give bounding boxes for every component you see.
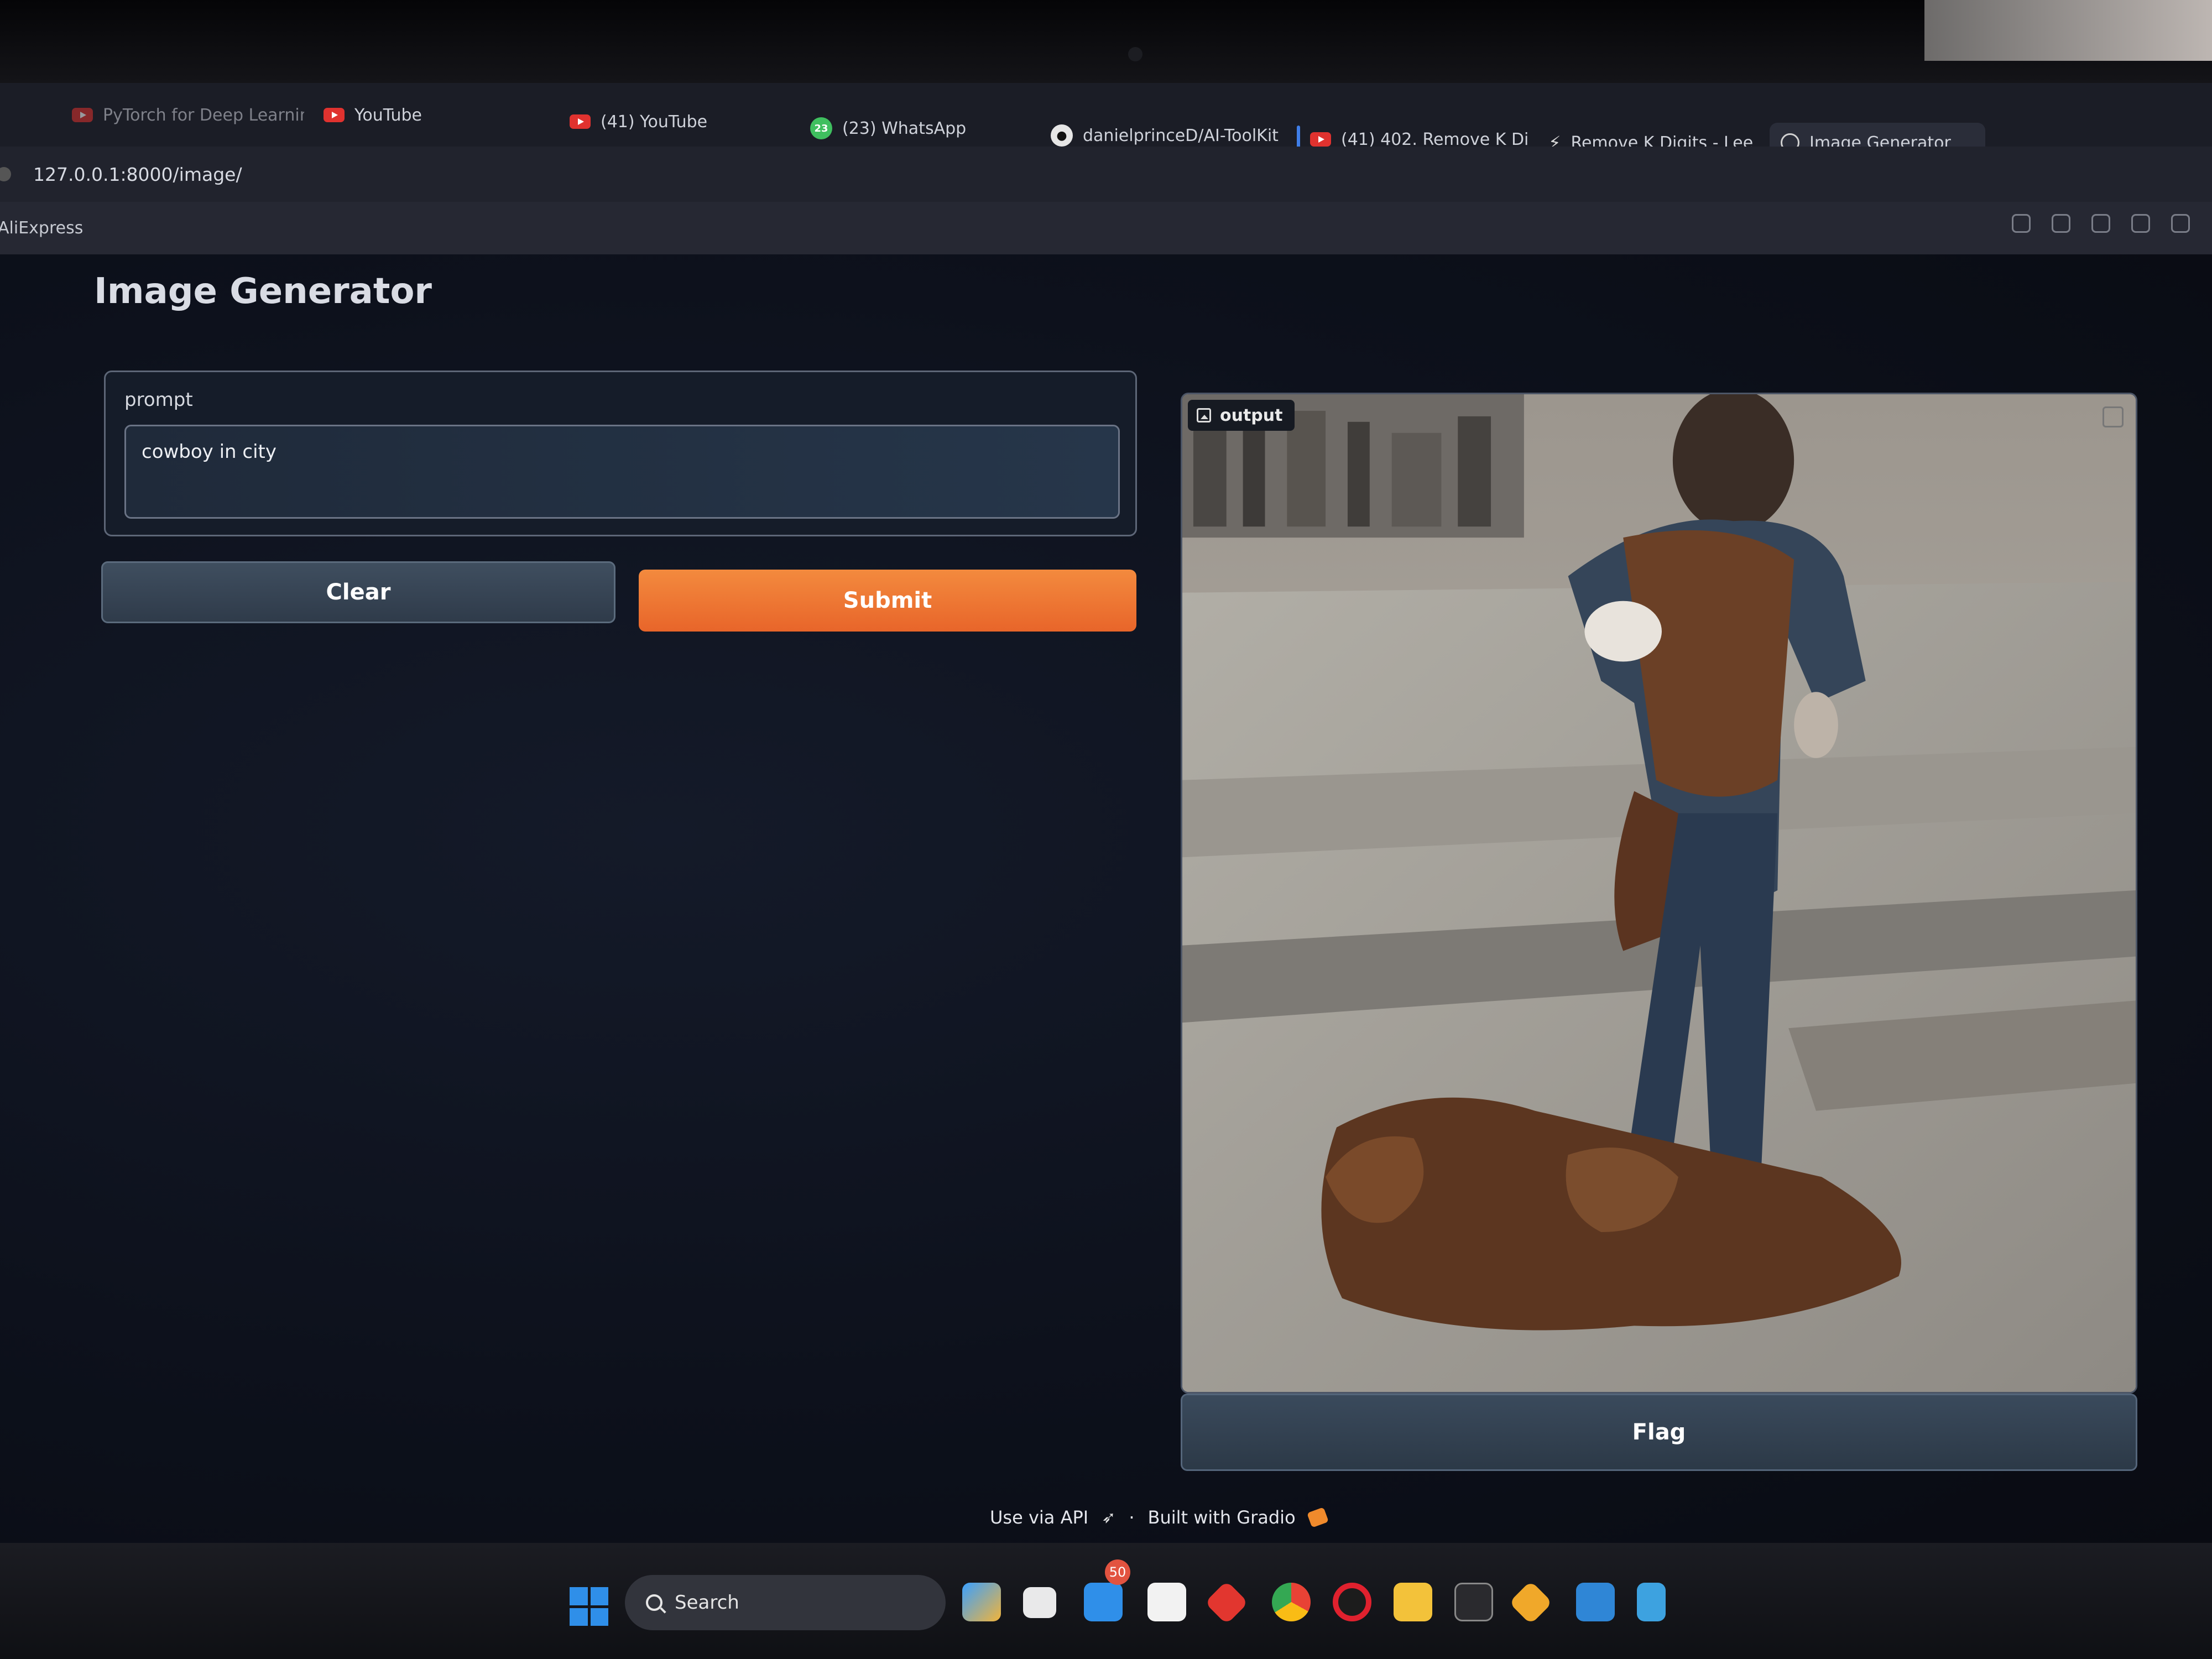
monitor-bezel [0,0,2212,83]
use-via-api-link[interactable]: Use via API [990,1507,1088,1528]
flag-button[interactable]: Flag [1181,1394,2137,1471]
mail-badge: 50 [1105,1559,1130,1585]
copilot-icon[interactable] [962,1583,1001,1621]
git-icon[interactable] [1204,1580,1249,1625]
browser-tab-strip: PyTorch for Deep Learnin YouTube (41) Yo… [0,83,2212,171]
prompt-label: prompt [124,389,193,411]
notepad-icon[interactable] [1637,1583,1666,1621]
url-field[interactable]: 127.0.0.1:8000/image/ [33,164,242,185]
tab-youtube[interactable]: YouTube [324,93,556,137]
output-image-panel: output [1181,393,2137,1394]
tab-pytorch[interactable]: PyTorch for Deep Learnin [72,93,304,137]
chrome-icon[interactable] [1272,1583,1311,1621]
sourcetree-icon[interactable] [1509,1580,1553,1625]
camera-icon[interactable] [2052,214,2070,233]
download-icon[interactable] [2103,406,2124,427]
search-icon [646,1594,662,1611]
taskbar-search-label: Search [675,1592,739,1614]
tab-whatsapp[interactable]: 23 (23) WhatsApp [810,106,1042,150]
edit-icon[interactable] [2012,214,2031,233]
vscode-icon[interactable] [1576,1583,1615,1621]
prompt-input[interactable] [124,425,1120,519]
footer-separator: · [1129,1507,1135,1528]
store-icon[interactable] [1147,1583,1186,1621]
tab-label: (23) WhatsApp [842,118,967,138]
tab-youtube-41[interactable]: (41) YouTube [570,100,802,144]
github-icon: ● [1051,124,1073,147]
mail-icon[interactable] [1084,1583,1123,1621]
task-view-icon[interactable] [1023,1587,1056,1618]
opera-icon[interactable] [1333,1583,1371,1621]
toolbar-icons [2012,214,2190,233]
tab-label: (41) YouTube [601,112,708,132]
page-title: Image Generator [94,271,432,312]
built-with-gradio-link[interactable]: Built with Gradio [1148,1507,1296,1528]
windows-start-icon[interactable] [570,1587,608,1626]
taskbar-search[interactable]: Search [625,1575,946,1630]
address-bar: 127.0.0.1:8000/image/ [0,147,2212,202]
prompt-panel: prompt [104,371,1137,536]
shield-icon[interactable] [2091,214,2110,233]
webcam [1128,47,1142,61]
bookmark-aliexpress[interactable]: AliExpress [0,218,83,238]
terminal-icon[interactable] [1454,1583,1493,1621]
gradio-app: Image Generator prompt Clear Submit outp… [0,254,2212,1543]
tab-label: YouTube [354,105,422,125]
tab-label: danielprinceD/AI-ToolKit [1083,126,1279,145]
bookmarks-bar: AliExpress [0,202,2212,254]
site-info-icon[interactable] [0,167,11,181]
whatsapp-icon: 23 [810,117,832,139]
play-icon[interactable] [2131,214,2150,233]
output-label: output [1188,400,1295,431]
tab-label: PyTorch for Deep Learnin [103,105,304,125]
submit-button[interactable]: Submit [639,570,1136,632]
windows-taskbar: Search 50 [0,1543,2212,1659]
output-label-text: output [1220,405,1283,425]
youtube-icon [324,108,345,122]
youtube-icon [72,108,93,122]
youtube-icon [570,114,591,129]
image-icon [1197,408,1211,422]
generated-cowboy-image [1182,394,2136,1392]
clear-button[interactable]: Clear [101,561,615,623]
file-explorer-icon[interactable] [1394,1583,1432,1621]
footer: Use via API ➶ · Built with Gradio [990,1507,1329,1528]
background-wall [1924,0,2212,61]
rocket-icon: ➶ [1102,1507,1116,1527]
heart-icon[interactable] [2171,214,2190,233]
youtube-icon [1310,132,1331,147]
gradio-logo-icon [1306,1507,1329,1528]
